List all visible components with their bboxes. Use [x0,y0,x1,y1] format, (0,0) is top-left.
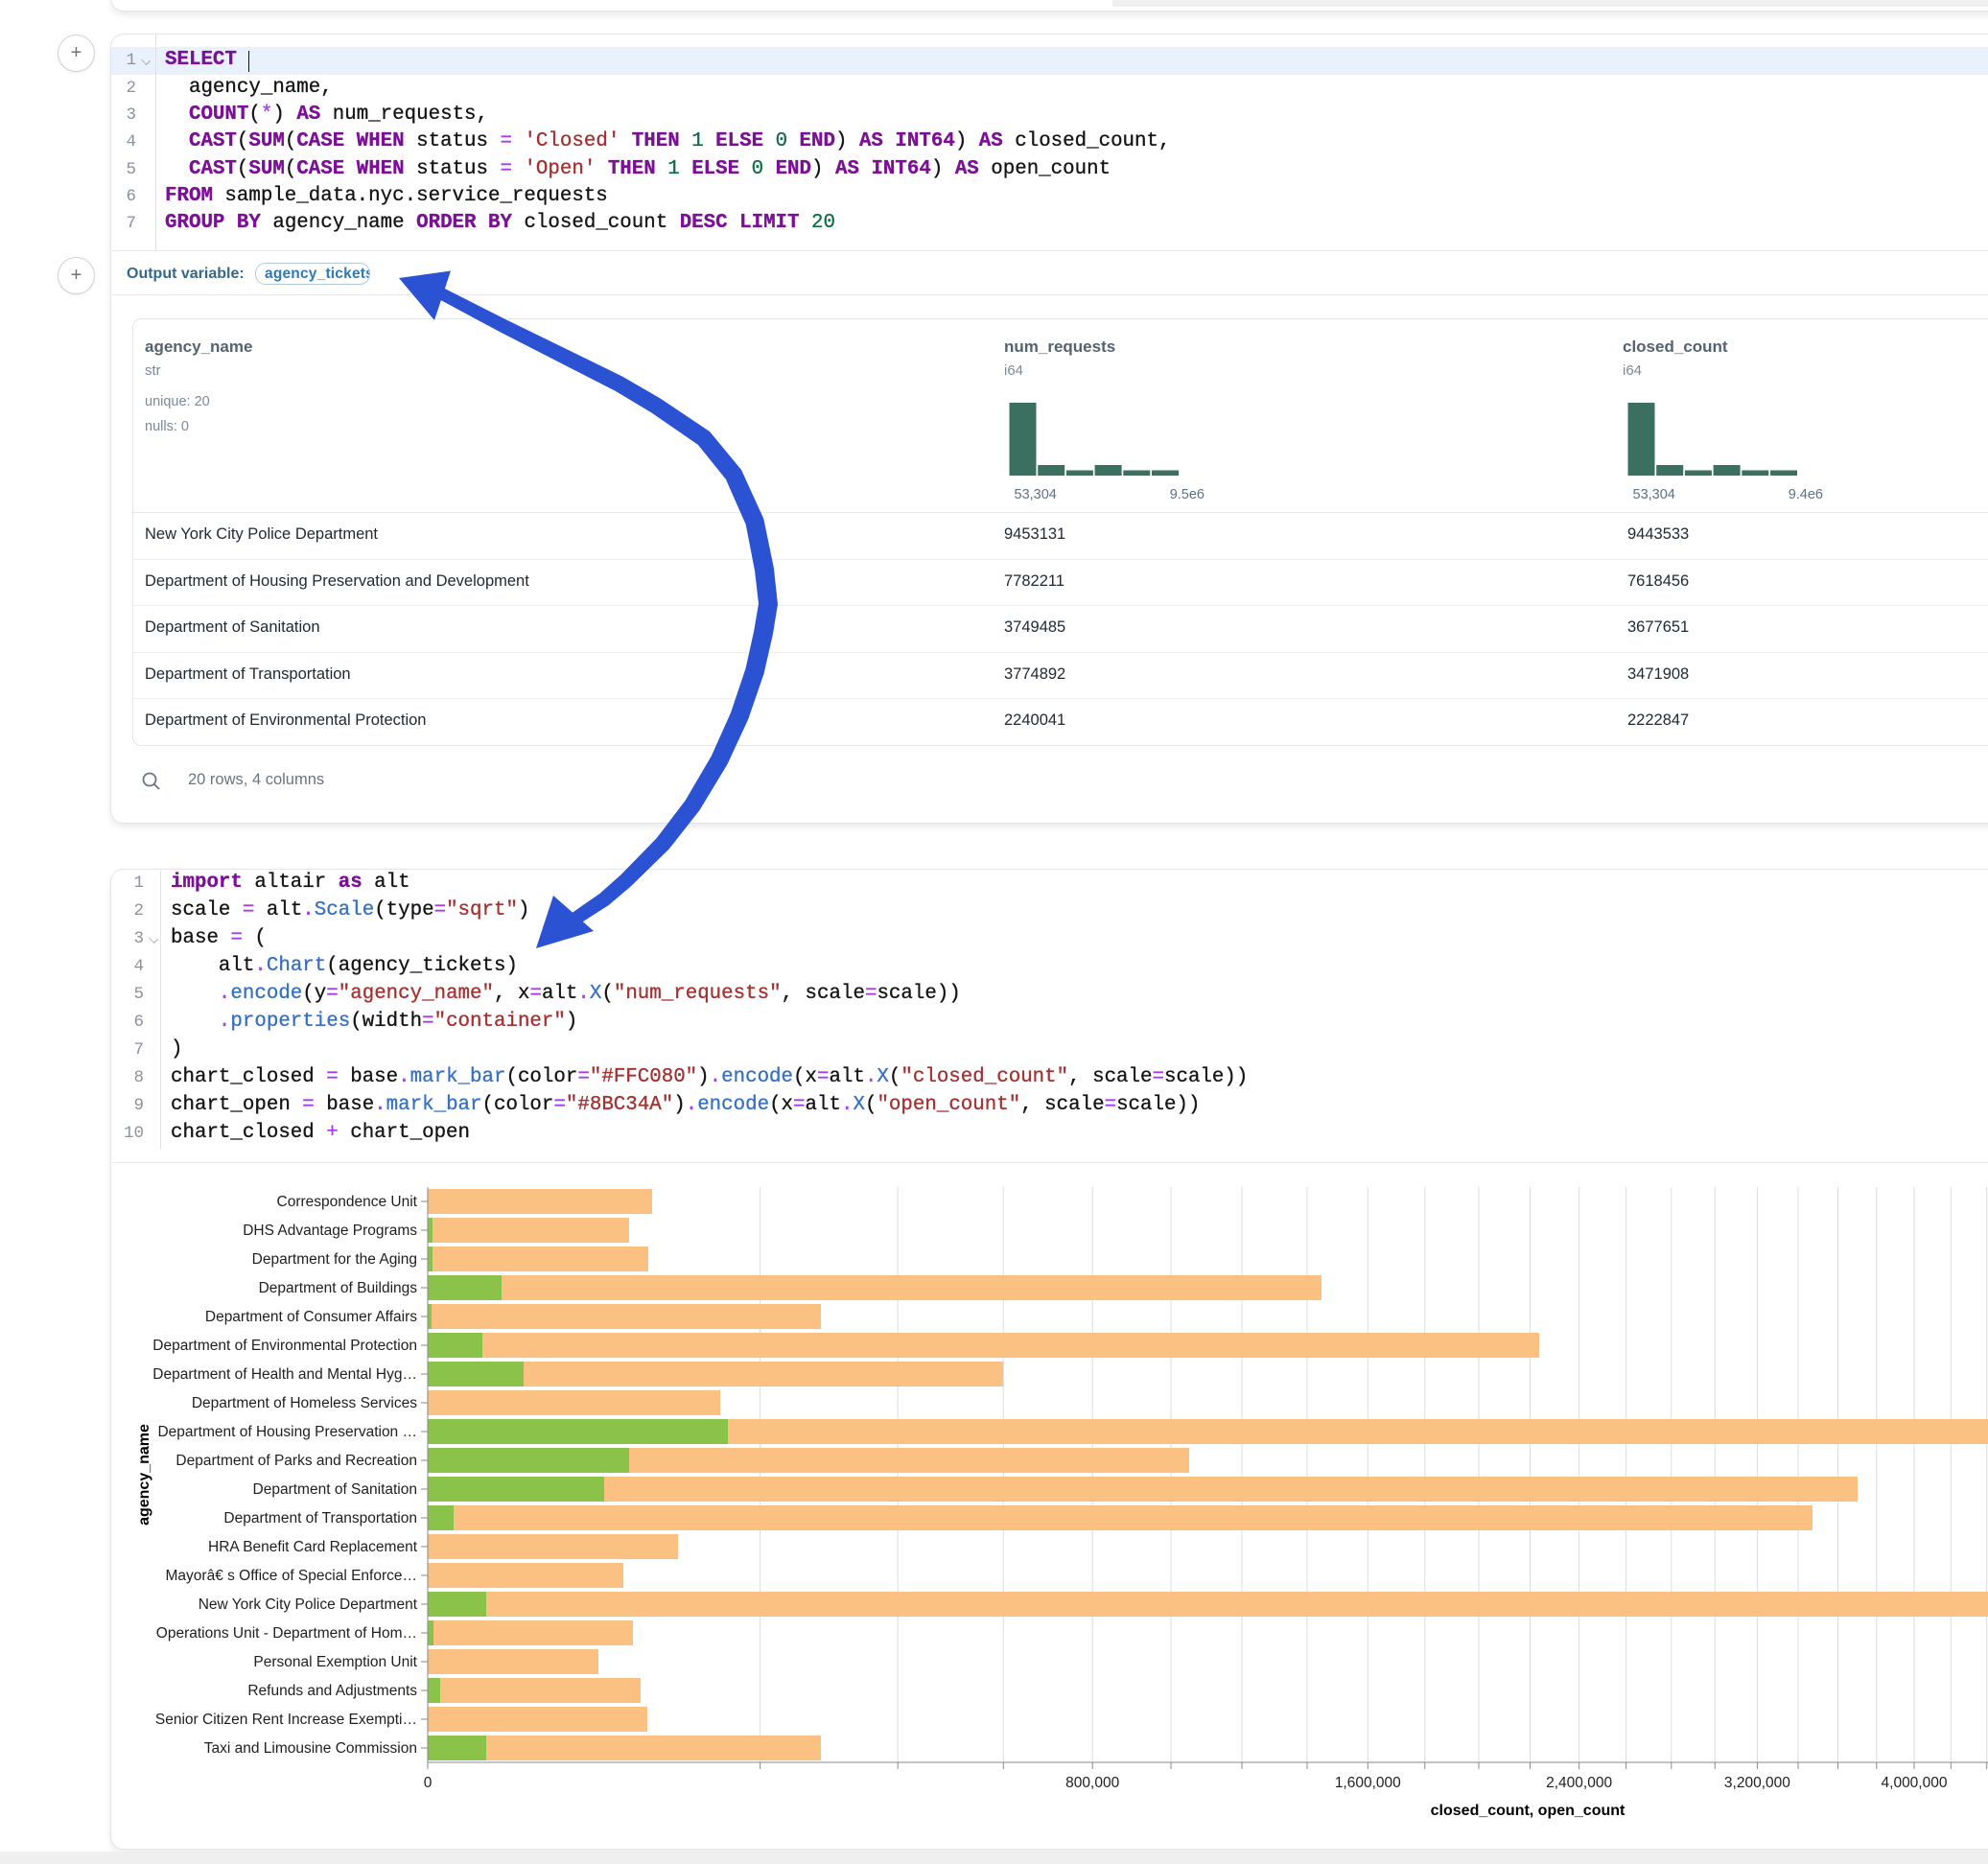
svg-text:53,304: 53,304 [1633,487,1675,502]
svg-text:9.5e6: 9.5e6 [1170,487,1204,502]
svg-text:9.4e6: 9.4e6 [1789,487,1823,502]
svg-text:53,304: 53,304 [1015,487,1057,502]
